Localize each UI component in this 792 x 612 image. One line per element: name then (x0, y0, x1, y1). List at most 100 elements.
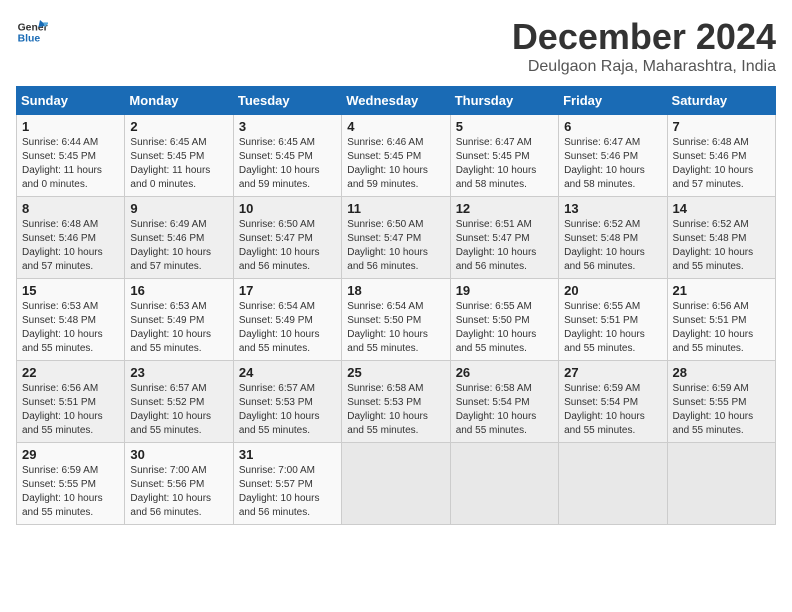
day-info: Sunrise: 6:47 AMSunset: 5:46 PMDaylight:… (564, 136, 661, 192)
page-header: General Blue December 2024 Deulgaon Raja… (16, 16, 776, 76)
calendar-cell: 20 Sunrise: 6:55 AMSunset: 5:51 PMDayligh… (559, 279, 667, 361)
day-number: 5 (456, 119, 553, 134)
column-header-wednesday: Wednesday (342, 87, 450, 115)
column-header-saturday: Saturday (667, 87, 775, 115)
calendar-cell (667, 443, 775, 525)
day-number: 17 (239, 283, 336, 298)
day-info: Sunrise: 6:57 AMSunset: 5:52 PMDaylight:… (130, 382, 227, 438)
calendar-week-row: 29Sunrise: 6:59 AMSunset: 5:55 PMDayligh… (17, 443, 776, 525)
calendar-cell: 11 Sunrise: 6:50 AMSunset: 5:47 PMDayligh… (342, 197, 450, 279)
day-number: 7 (673, 119, 770, 134)
day-info: Sunrise: 6:46 AMSunset: 5:45 PMDaylight:… (347, 136, 444, 192)
day-number: 14 (673, 201, 770, 216)
calendar-cell (450, 443, 558, 525)
day-info: Sunrise: 6:48 AMSunset: 5:46 PMDaylight:… (22, 218, 119, 274)
day-number: 25 (347, 365, 444, 380)
title-block: December 2024 Deulgaon Raja, Maharashtra… (512, 16, 776, 76)
calendar-cell: 29Sunrise: 6:59 AMSunset: 5:55 PMDayligh… (17, 443, 125, 525)
day-info: Sunrise: 6:48 AMSunset: 5:46 PMDaylight:… (673, 136, 770, 192)
day-number: 24 (239, 365, 336, 380)
day-number: 9 (130, 201, 227, 216)
month-title: December 2024 (512, 16, 776, 58)
day-number: 3 (239, 119, 336, 134)
column-header-monday: Monday (125, 87, 233, 115)
column-header-friday: Friday (559, 87, 667, 115)
calendar-header-row: SundayMondayTuesdayWednesdayThursdayFrid… (17, 87, 776, 115)
day-info: Sunrise: 6:45 AMSunset: 5:45 PMDaylight:… (130, 136, 227, 192)
day-info: Sunrise: 6:47 AMSunset: 5:45 PMDaylight:… (456, 136, 553, 192)
calendar-cell (559, 443, 667, 525)
calendar-cell: 26Sunrise: 6:58 AMSunset: 5:54 PMDayligh… (450, 361, 558, 443)
day-number: 29 (22, 447, 119, 462)
calendar-cell: 25Sunrise: 6:58 AMSunset: 5:53 PMDayligh… (342, 361, 450, 443)
calendar-cell: 1 Sunrise: 6:44 AMSunset: 5:45 PMDaylight… (17, 115, 125, 197)
calendar-cell: 27 Sunrise: 6:59 AMSunset: 5:54 PMDayligh… (559, 361, 667, 443)
calendar-cell: 31Sunrise: 7:00 AMSunset: 5:57 PMDayligh… (233, 443, 341, 525)
calendar-cell: 4 Sunrise: 6:46 AMSunset: 5:45 PMDaylight… (342, 115, 450, 197)
calendar-cell: 14 Sunrise: 6:52 AMSunset: 5:48 PMDayligh… (667, 197, 775, 279)
day-number: 15 (22, 283, 119, 298)
day-number: 2 (130, 119, 227, 134)
svg-text:Blue: Blue (18, 34, 41, 45)
calendar-cell: 19 Sunrise: 6:55 AMSunset: 5:50 PMDayligh… (450, 279, 558, 361)
calendar-table: SundayMondayTuesdayWednesdayThursdayFrid… (16, 86, 776, 525)
day-number: 28 (673, 365, 770, 380)
day-info: Sunrise: 6:53 AMSunset: 5:48 PMDaylight:… (22, 300, 119, 356)
calendar-cell: 23 Sunrise: 6:57 AMSunset: 5:52 PMDayligh… (125, 361, 233, 443)
day-info: Sunrise: 6:52 AMSunset: 5:48 PMDaylight:… (673, 218, 770, 274)
day-info: Sunrise: 6:52 AMSunset: 5:48 PMDaylight:… (564, 218, 661, 274)
calendar-cell: 22Sunrise: 6:56 AMSunset: 5:51 PMDayligh… (17, 361, 125, 443)
calendar-cell: 7 Sunrise: 6:48 AMSunset: 5:46 PMDaylight… (667, 115, 775, 197)
calendar-cell: 15 Sunrise: 6:53 AMSunset: 5:48 PMDayligh… (17, 279, 125, 361)
day-number: 22 (22, 365, 119, 380)
day-info: Sunrise: 6:55 AMSunset: 5:51 PMDaylight:… (564, 300, 661, 356)
day-info: Sunrise: 6:55 AMSunset: 5:50 PMDaylight:… (456, 300, 553, 356)
day-number: 23 (130, 365, 227, 380)
calendar-cell: 17Sunrise: 6:54 AMSunset: 5:49 PMDayligh… (233, 279, 341, 361)
day-number: 6 (564, 119, 661, 134)
day-info: Sunrise: 6:54 AMSunset: 5:50 PMDaylight:… (347, 300, 444, 356)
day-info: Sunrise: 6:58 AMSunset: 5:54 PMDaylight:… (456, 382, 553, 438)
calendar-cell: 12 Sunrise: 6:51 AMSunset: 5:47 PMDayligh… (450, 197, 558, 279)
day-number: 19 (456, 283, 553, 298)
day-number: 30 (130, 447, 227, 462)
day-number: 1 (22, 119, 119, 134)
day-number: 8 (22, 201, 119, 216)
day-info: Sunrise: 6:56 AMSunset: 5:51 PMDaylight:… (673, 300, 770, 356)
calendar-week-row: 1 Sunrise: 6:44 AMSunset: 5:45 PMDaylight… (17, 115, 776, 197)
calendar-week-row: 8 Sunrise: 6:48 AMSunset: 5:46 PMDaylight… (17, 197, 776, 279)
calendar-cell: 24 Sunrise: 6:57 AMSunset: 5:53 PMDayligh… (233, 361, 341, 443)
calendar-cell: 2 Sunrise: 6:45 AMSunset: 5:45 PMDaylight… (125, 115, 233, 197)
calendar-cell: 28Sunrise: 6:59 AMSunset: 5:55 PMDayligh… (667, 361, 775, 443)
day-number: 21 (673, 283, 770, 298)
day-info: Sunrise: 6:57 AMSunset: 5:53 PMDaylight:… (239, 382, 336, 438)
day-number: 13 (564, 201, 661, 216)
column-header-tuesday: Tuesday (233, 87, 341, 115)
location-subtitle: Deulgaon Raja, Maharashtra, India (512, 58, 776, 76)
day-info: Sunrise: 7:00 AMSunset: 5:57 PMDaylight:… (239, 464, 336, 520)
calendar-cell: 18Sunrise: 6:54 AMSunset: 5:50 PMDayligh… (342, 279, 450, 361)
day-number: 12 (456, 201, 553, 216)
column-header-sunday: Sunday (17, 87, 125, 115)
day-number: 20 (564, 283, 661, 298)
calendar-cell: 3Sunrise: 6:45 AMSunset: 5:45 PMDaylight… (233, 115, 341, 197)
day-number: 27 (564, 365, 661, 380)
day-info: Sunrise: 6:50 AMSunset: 5:47 PMDaylight:… (347, 218, 444, 274)
day-info: Sunrise: 7:00 AMSunset: 5:56 PMDaylight:… (130, 464, 227, 520)
calendar-cell: 10Sunrise: 6:50 AMSunset: 5:47 PMDayligh… (233, 197, 341, 279)
day-number: 4 (347, 119, 444, 134)
day-number: 11 (347, 201, 444, 216)
calendar-cell: 8 Sunrise: 6:48 AMSunset: 5:46 PMDaylight… (17, 197, 125, 279)
logo: General Blue (16, 16, 48, 48)
calendar-cell: 13 Sunrise: 6:52 AMSunset: 5:48 PMDayligh… (559, 197, 667, 279)
calendar-cell: 6 Sunrise: 6:47 AMSunset: 5:46 PMDaylight… (559, 115, 667, 197)
calendar-week-row: 22Sunrise: 6:56 AMSunset: 5:51 PMDayligh… (17, 361, 776, 443)
day-info: Sunrise: 6:50 AMSunset: 5:47 PMDaylight:… (239, 218, 336, 274)
calendar-cell: 30 Sunrise: 7:00 AMSunset: 5:56 PMDayligh… (125, 443, 233, 525)
day-info: Sunrise: 6:49 AMSunset: 5:46 PMDaylight:… (130, 218, 227, 274)
day-info: Sunrise: 6:51 AMSunset: 5:47 PMDaylight:… (456, 218, 553, 274)
logo-icon: General Blue (16, 16, 48, 48)
calendar-cell: 16Sunrise: 6:53 AMSunset: 5:49 PMDayligh… (125, 279, 233, 361)
day-info: Sunrise: 6:44 AMSunset: 5:45 PMDaylight:… (22, 136, 119, 192)
day-info: Sunrise: 6:59 AMSunset: 5:54 PMDaylight:… (564, 382, 661, 438)
